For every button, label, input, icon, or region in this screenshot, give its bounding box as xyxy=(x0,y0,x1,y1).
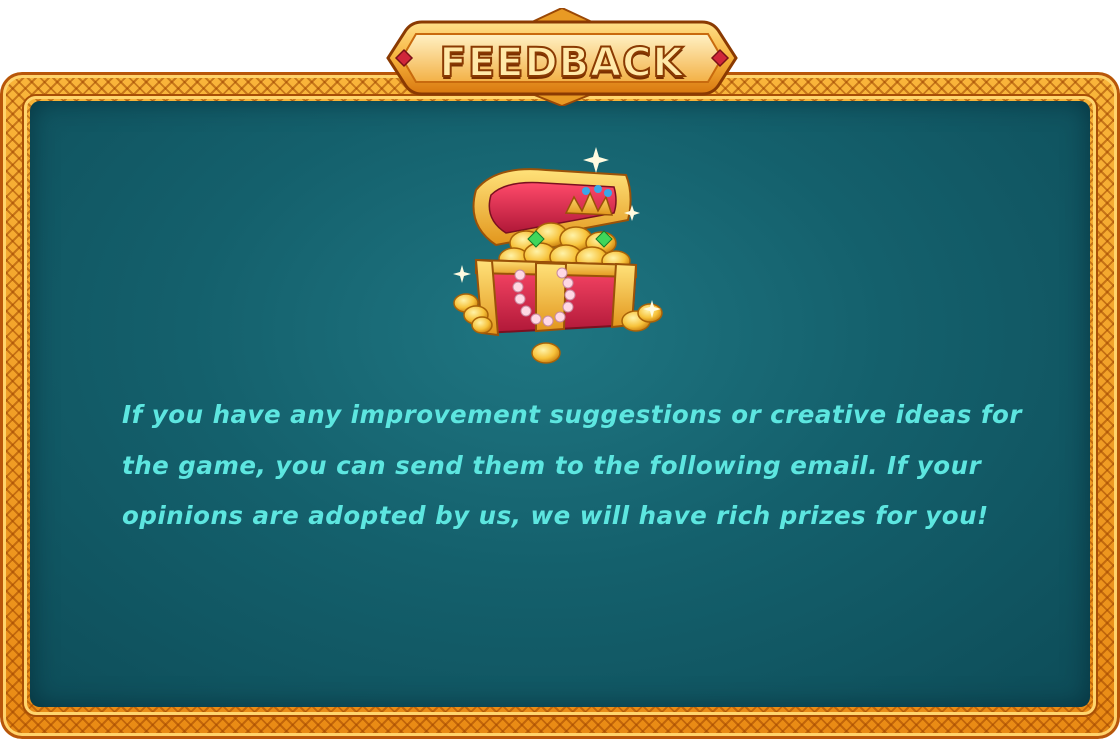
feedback-message: If you have any improvement suggestions … xyxy=(122,400,1022,530)
feedback-dialog: FEEDBACK If you have any improvement sug… xyxy=(0,0,1120,741)
treasure-chest-icon xyxy=(436,135,676,375)
title-plaque: FEEDBACK xyxy=(382,8,742,106)
dialog-title: FEEDBACK xyxy=(439,39,685,87)
